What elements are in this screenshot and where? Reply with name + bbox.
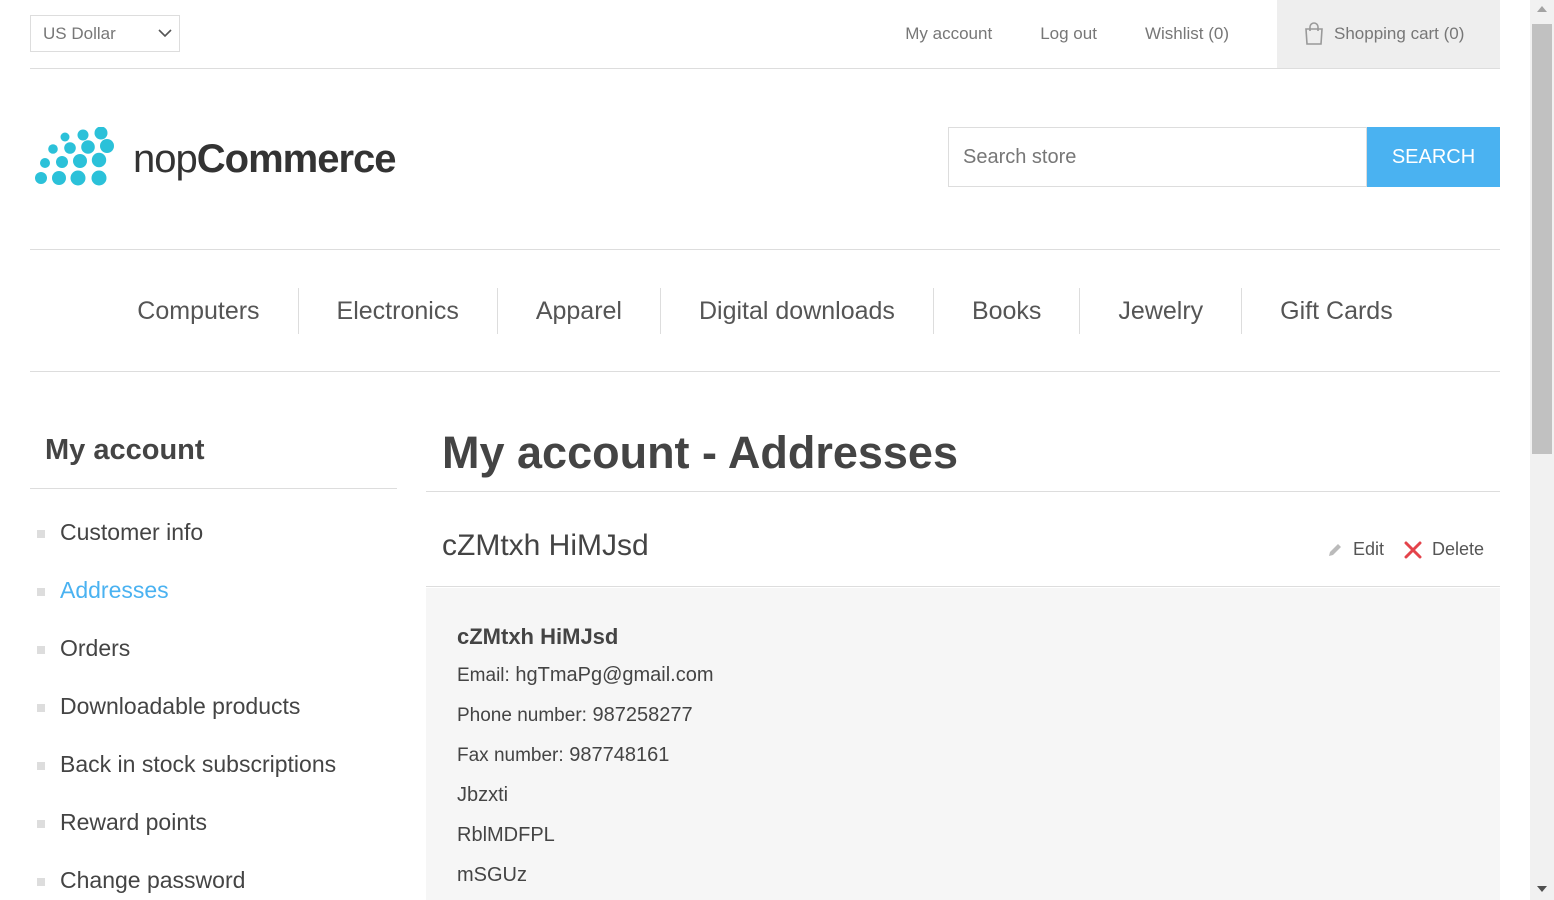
menu-item-jewelry[interactable]: Jewelry [1079,287,1241,334]
chevron-down-icon [158,29,172,38]
sidebar-title: My account [30,418,397,489]
sidebar-item-back-in-stock-subscriptions[interactable]: Back in stock subscriptions [30,737,397,795]
page: US Dollar My account Log out Wishlist (0… [30,0,1500,900]
menu-item-gift-cards[interactable]: Gift Cards [1241,287,1431,334]
sidebar-item-addresses[interactable]: Addresses [30,563,397,621]
menu-item-apparel[interactable]: Apparel [496,287,660,334]
header-links: My account Log out Wishlist (0) Shopping… [905,0,1500,68]
edit-label: Edit [1352,539,1384,559]
address-fax: Fax number: 987748161 [457,744,1500,784]
sidebar-item-change-password[interactable]: Change password [30,853,397,900]
search-input[interactable] [948,127,1367,187]
header-upper: US Dollar My account Log out Wishlist (0… [30,0,1500,69]
address-actions: Edit Delete [1307,539,1484,560]
vertical-scrollbar[interactable] [1530,0,1554,900]
delete-label: Delete [1431,539,1484,559]
search-button[interactable]: SEARCH [1367,127,1500,187]
menu-item-digital-downloads[interactable]: Digital downloads [659,287,933,334]
edit-address-button[interactable]: Edit [1327,539,1384,560]
scroll-up-arrow-icon[interactable] [1537,6,1547,12]
currency-select[interactable]: US Dollar [30,15,180,52]
fax-label: Fax number: [457,745,564,766]
sidebar-item-customer-info[interactable]: Customer info [30,505,397,563]
email-label: Email: [457,665,510,686]
address-line-1: Jbzxti [457,784,509,806]
fax-value: 987748161 [569,744,670,766]
sidebar-item-downloadable-products[interactable]: Downloadable products [30,679,397,737]
search-box: SEARCH [948,127,1500,187]
shopping-cart-label: Shopping cart (0) [1334,24,1465,43]
top-menu: Computers Electronics Apparel Digital do… [30,249,1500,372]
shopping-cart-link[interactable]: Shopping cart (0) [1277,0,1500,68]
menu-item-books[interactable]: Books [932,287,1079,334]
email-value: hgTmaPg@gmail.com [515,664,714,686]
wishlist-link[interactable]: Wishlist (0) [1145,0,1229,68]
page-title: My account - Addresses [426,418,1500,492]
sidebar-item-reward-points[interactable]: Reward points [30,795,397,853]
nopcommerce-logo-icon [35,127,114,186]
sidebar-nav: Customer info Addresses Orders Downloada… [30,505,397,900]
address-header: cZMtxh HiMJsd Edit Delete [426,493,1500,587]
address-name: cZMtxh HiMJsd [457,624,619,649]
log-out-link[interactable]: Log out [1040,0,1097,68]
close-icon [1404,541,1422,558]
scroll-down-arrow-icon[interactable] [1537,886,1547,892]
sidebar-item-orders[interactable]: Orders [30,621,397,679]
menu-item-electronics[interactable]: Electronics [297,287,497,334]
address-title: cZMtxh HiMJsd [442,529,649,562]
address-phone: Phone number: 987258277 [457,704,1500,744]
address-line-2: RblMDFPL [457,824,555,846]
address-email: Email: hgTmaPg@gmail.com [457,664,1500,704]
currency-value: US Dollar [43,24,116,43]
address-details: cZMtxh HiMJsd Email: hgTmaPg@gmail.com P… [426,588,1500,900]
pencil-icon [1328,543,1341,556]
my-account-link[interactable]: My account [905,0,992,68]
address-line-3: mSGUz [457,864,527,886]
menu-item-computers[interactable]: Computers [99,288,297,334]
logo-text-light: nop [133,136,198,181]
phone-value: 987258277 [592,704,693,726]
logo-text-bold: Commerce [196,136,397,181]
scrollbar-thumb[interactable] [1532,24,1552,454]
shopping-bag-icon [1305,22,1323,45]
store-logo[interactable]: nopCommerce [33,127,403,191]
phone-label: Phone number: [457,705,587,726]
logo-text: nopCommerce [133,136,397,182]
delete-address-button[interactable]: Delete [1404,539,1484,560]
